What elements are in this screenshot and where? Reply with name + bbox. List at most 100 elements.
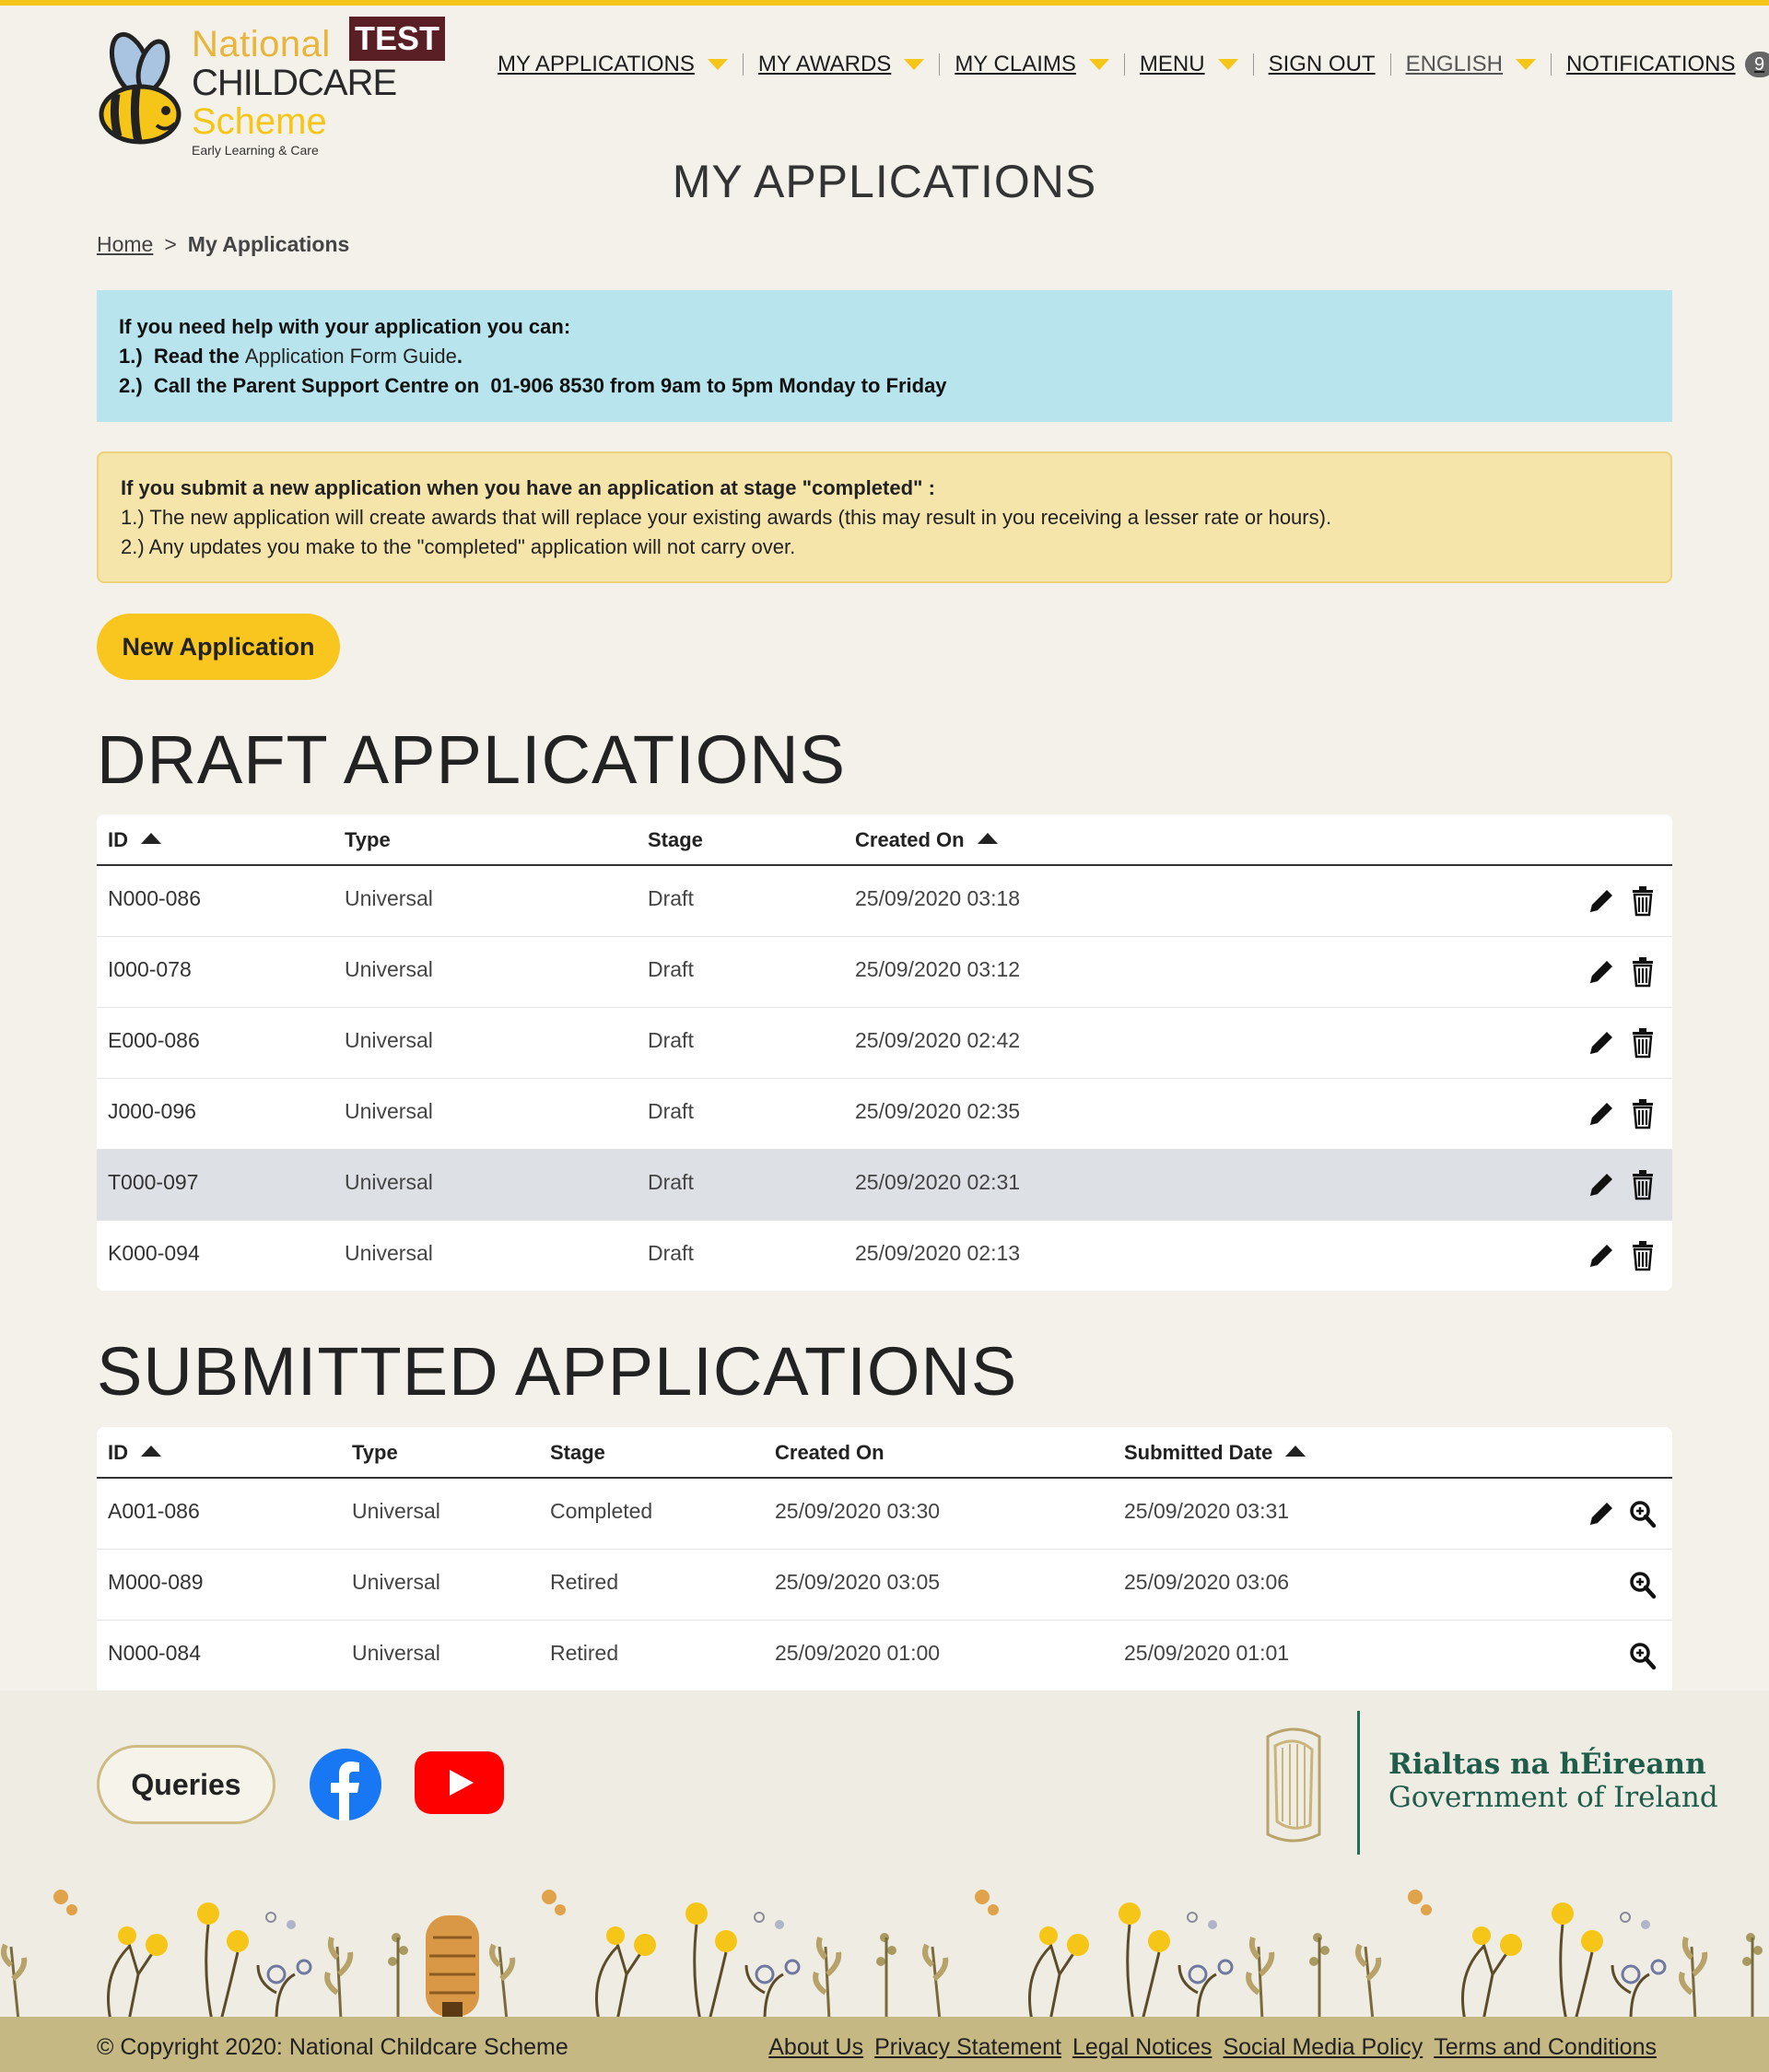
- completed-warning-box: If you submit a new application when you…: [97, 451, 1672, 583]
- nav-divider: [1550, 53, 1552, 76]
- nav-menu[interactable]: MENU: [1140, 52, 1238, 77]
- application-id-link[interactable]: K000-094: [108, 1241, 200, 1265]
- type-cell: Universal: [345, 1241, 433, 1265]
- delete-trash-icon[interactable]: [1627, 884, 1658, 918]
- application-id-link[interactable]: I000-078: [108, 957, 192, 981]
- delete-trash-icon[interactable]: [1627, 1026, 1658, 1059]
- edit-pencil-icon[interactable]: [1585, 1497, 1616, 1530]
- column-header-id[interactable]: ID: [108, 828, 161, 852]
- nav-label: MY APPLICATIONS: [498, 52, 695, 76]
- nav-label: MY AWARDS: [757, 52, 892, 76]
- submitted-applications-title: SUBMITTED APPLICATIONS: [97, 1333, 1018, 1410]
- delete-trash-icon[interactable]: [1627, 955, 1658, 989]
- application-id-cell: M000-089: [108, 1570, 204, 1595]
- table-row: K000-094 Universal Draft 25/09/2020 02:13: [97, 1221, 1672, 1291]
- column-header-stage: Stage: [648, 828, 703, 851]
- column-header-submitted-date[interactable]: Submitted Date: [1124, 1441, 1306, 1465]
- breadcrumb-home-link[interactable]: Home: [97, 232, 153, 257]
- table-row: I000-078 Universal Draft 25/09/2020 03:12: [97, 937, 1672, 1008]
- edit-pencil-icon[interactable]: [1585, 1239, 1616, 1272]
- stage-cell: Draft: [648, 886, 694, 910]
- application-form-guide-link[interactable]: Application Form Guide: [245, 345, 457, 368]
- footer-link-privacy-statement[interactable]: Privacy Statement: [874, 2034, 1061, 2061]
- nav-language[interactable]: ENGLISH: [1406, 52, 1536, 77]
- view-zoom-icon[interactable]: [1627, 1568, 1658, 1601]
- created-on-cell: 25/09/2020 03:12: [855, 957, 1021, 981]
- youtube-icon[interactable]: [415, 1751, 504, 1814]
- nav-label: NOTIFICATIONS: [1565, 52, 1736, 76]
- submitted-table-body: A001-086 Universal Completed 25/09/2020 03:…: [97, 1479, 1672, 1692]
- caret-down-icon: [1088, 59, 1109, 70]
- copyright-text: © Copyright 2020: National Childcare Sch…: [97, 2033, 568, 2060]
- help-info-box: If you need help with your application y…: [97, 290, 1672, 422]
- logo-line-scheme: Scheme: [192, 101, 327, 142]
- notification-count-badge: 9: [1744, 52, 1769, 77]
- application-id-cell: I000-078: [108, 957, 192, 982]
- application-id-link[interactable]: J000-096: [108, 1099, 196, 1123]
- warning-heading: If you submit a new application when you…: [121, 476, 935, 499]
- column-header-id[interactable]: ID: [108, 1441, 161, 1465]
- nav-my-claims[interactable]: MY CLAIMS: [955, 52, 1109, 77]
- footer-link-legal-notices[interactable]: Legal Notices: [1072, 2034, 1212, 2061]
- created-on-cell: 25/09/2020 01:00: [775, 1641, 941, 1665]
- edit-pencil-icon[interactable]: [1585, 955, 1616, 989]
- column-label: Submitted Date: [1124, 1441, 1273, 1464]
- stage-cell: Draft: [648, 1241, 694, 1265]
- application-id-link[interactable]: T000-097: [108, 1170, 198, 1194]
- edit-pencil-icon[interactable]: [1585, 1168, 1616, 1201]
- footer-links: About Us Privacy Statement Legal Notices…: [768, 2034, 1657, 2061]
- help-line-2: 2.) Call the Parent Support Centre on 01…: [119, 374, 947, 397]
- sort-ascending-icon: [1285, 1446, 1306, 1457]
- nav-label: SIGN OUT: [1268, 52, 1376, 76]
- footer-link-social-media-policy[interactable]: Social Media Policy: [1223, 2034, 1423, 2061]
- main-nav: MY APPLICATIONS MY AWARDS MY CLAIMS MENU…: [498, 46, 1769, 83]
- environment-badge: TEST: [349, 17, 446, 61]
- draft-applications-table: ID Type Stage Created On N000-086 Univers…: [97, 814, 1672, 1291]
- application-id-link[interactable]: N000-084: [108, 1641, 201, 1665]
- nav-my-awards[interactable]: MY AWARDS: [757, 52, 925, 77]
- stage-cell: Retired: [550, 1570, 619, 1594]
- delete-trash-icon[interactable]: [1627, 1097, 1658, 1130]
- footer-link-about-us[interactable]: About Us: [768, 2034, 863, 2061]
- nav-label: MENU: [1139, 52, 1205, 76]
- nav-notifications[interactable]: NOTIFICATIONS 9: [1566, 52, 1769, 77]
- breadcrumb-separator: >: [164, 232, 177, 256]
- edit-pencil-icon[interactable]: [1585, 1026, 1616, 1059]
- bee-icon: [99, 31, 182, 145]
- facebook-icon[interactable]: [310, 1749, 381, 1820]
- delete-trash-icon[interactable]: [1627, 1239, 1658, 1272]
- gov-name-english: Government of Ireland: [1388, 1781, 1718, 1814]
- edit-pencil-icon[interactable]: [1585, 884, 1616, 918]
- view-zoom-icon[interactable]: [1627, 1639, 1658, 1672]
- view-zoom-icon[interactable]: [1627, 1497, 1658, 1530]
- stage-cell: Draft: [648, 957, 694, 981]
- nav-label: MY CLAIMS: [955, 52, 1076, 76]
- created-on-cell: 25/09/2020 02:35: [855, 1099, 1021, 1123]
- submitted-date-cell: 25/09/2020 01:01: [1124, 1641, 1290, 1665]
- ncs-logo[interactable]: National CHILDCARE Scheme Early Learning…: [96, 26, 397, 157]
- sort-ascending-icon: [141, 833, 161, 844]
- application-id-link[interactable]: N000-086: [108, 886, 201, 910]
- application-id-link[interactable]: M000-089: [108, 1570, 204, 1594]
- nav-divider: [742, 53, 744, 76]
- application-id-link[interactable]: E000-086: [108, 1028, 200, 1052]
- nav-divider: [1389, 53, 1391, 76]
- column-header-created-on[interactable]: Created On: [855, 828, 998, 852]
- footer-link-terms-and-conditions[interactable]: Terms and Conditions: [1434, 2034, 1657, 2061]
- delete-trash-icon[interactable]: [1627, 1168, 1658, 1201]
- gov-logo-divider: [1357, 1711, 1360, 1855]
- breadcrumb: Home > My Applications: [97, 232, 349, 257]
- nav-my-applications[interactable]: MY APPLICATIONS: [498, 52, 728, 77]
- table-row: T000-097 Universal Draft 25/09/2020 02:31: [97, 1150, 1672, 1221]
- breadcrumb-current: My Applications: [187, 232, 350, 256]
- application-id-cell: E000-086: [108, 1028, 200, 1053]
- table-row: A001-086 Universal Completed 25/09/2020 03:…: [97, 1479, 1672, 1550]
- nav-sign-out[interactable]: SIGN OUT: [1269, 52, 1376, 77]
- new-application-button[interactable]: New Application: [97, 614, 340, 680]
- application-id-cell: N000-084: [108, 1641, 201, 1666]
- queries-button[interactable]: Queries: [97, 1745, 275, 1824]
- edit-pencil-icon[interactable]: [1585, 1097, 1616, 1130]
- draft-applications-title: DRAFT APPLICATIONS: [97, 721, 846, 798]
- application-id-link[interactable]: A001-086: [108, 1499, 200, 1523]
- government-of-ireland-logo[interactable]: Rialtas na hÉireann Government of Irelan…: [1255, 1711, 1718, 1858]
